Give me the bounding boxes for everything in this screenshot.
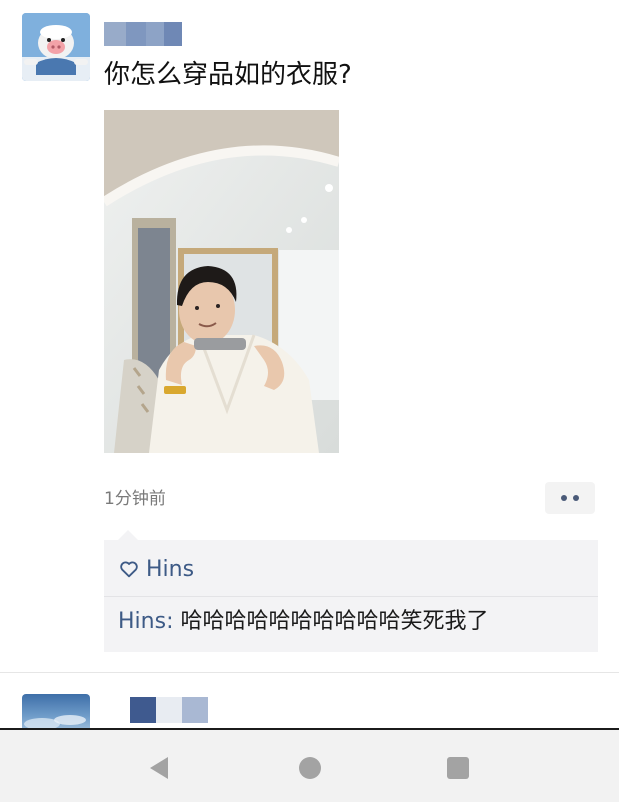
- nav-home-button[interactable]: [296, 754, 324, 782]
- likes-row: Hins: [118, 554, 194, 584]
- comment-separator: :: [166, 609, 181, 634]
- square-recents-icon: [447, 757, 469, 779]
- comment-item[interactable]: Hins: 哈哈哈哈哈哈哈哈哈哈笑死我了: [118, 606, 488, 638]
- nav-recents-button[interactable]: [444, 754, 472, 782]
- liker-name[interactable]: Hins: [146, 557, 194, 582]
- heart-outline-icon: [120, 561, 138, 578]
- more-options-icon: [561, 495, 567, 501]
- pig-doll-avatar-image: [22, 13, 90, 81]
- username-redacted[interactable]: [104, 22, 182, 46]
- android-navigation-bar: [0, 728, 619, 802]
- user-avatar[interactable]: [22, 13, 90, 81]
- moments-post: 你怎么穿品如的衣服? 1分钟前 Hins Hins: 哈哈哈哈哈哈哈哈哈哈笑死我…: [0, 0, 619, 672]
- mirror-selfie-image: [104, 110, 339, 453]
- post-text: 你怎么穿品如的衣服?: [104, 60, 352, 90]
- triangle-back-icon: [150, 757, 168, 779]
- comment-text: 哈哈哈哈哈哈哈哈哈哈笑死我了: [180, 609, 489, 634]
- post-timestamp: 1分钟前: [104, 489, 166, 509]
- likes-comments-divider: [104, 596, 598, 597]
- post-divider: [0, 672, 619, 673]
- next-post-username-redacted[interactable]: [130, 697, 208, 723]
- nav-back-button[interactable]: [145, 754, 173, 782]
- post-photo[interactable]: [104, 110, 339, 453]
- circle-home-icon: [299, 757, 321, 779]
- likes-comments-panel: Hins Hins: 哈哈哈哈哈哈哈哈哈哈笑死我了: [104, 530, 598, 652]
- comment-author[interactable]: Hins: [118, 609, 166, 634]
- more-options-button[interactable]: [545, 482, 595, 514]
